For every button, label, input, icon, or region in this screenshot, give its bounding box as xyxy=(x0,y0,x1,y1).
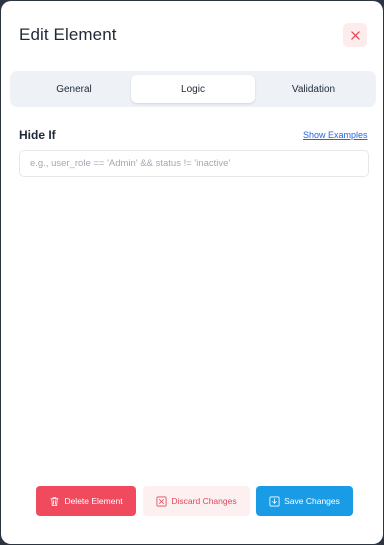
modal-header: Edit Element xyxy=(1,1,383,67)
discard-changes-button[interactable]: Discard Changes xyxy=(143,486,250,516)
tab-logic[interactable]: Logic xyxy=(131,75,255,103)
download-icon xyxy=(269,496,280,507)
save-changes-button[interactable]: Save Changes xyxy=(256,486,353,516)
modal-title: Edit Element xyxy=(19,25,117,44)
save-label: Save Changes xyxy=(284,496,340,506)
tab-label: Logic xyxy=(181,83,205,95)
show-examples-link[interactable]: Show Examples xyxy=(303,130,368,140)
edit-element-modal: Edit Element General Logic Validation Hi… xyxy=(1,1,383,544)
trash-icon xyxy=(49,496,60,507)
hide-if-label: Hide If xyxy=(19,128,56,142)
tab-bar: General Logic Validation xyxy=(10,71,376,107)
hide-if-expression-input[interactable] xyxy=(19,150,369,177)
delete-element-button[interactable]: Delete Element xyxy=(36,486,136,516)
tab-general[interactable]: General xyxy=(14,75,134,103)
tab-validation[interactable]: Validation xyxy=(255,75,372,103)
x-box-icon xyxy=(156,496,167,507)
close-button[interactable] xyxy=(343,23,367,47)
close-icon xyxy=(350,30,360,40)
delete-label: Delete Element xyxy=(64,496,123,506)
discard-label: Discard Changes xyxy=(171,496,237,506)
tab-label: Validation xyxy=(291,83,336,95)
tab-label: General xyxy=(56,83,92,95)
